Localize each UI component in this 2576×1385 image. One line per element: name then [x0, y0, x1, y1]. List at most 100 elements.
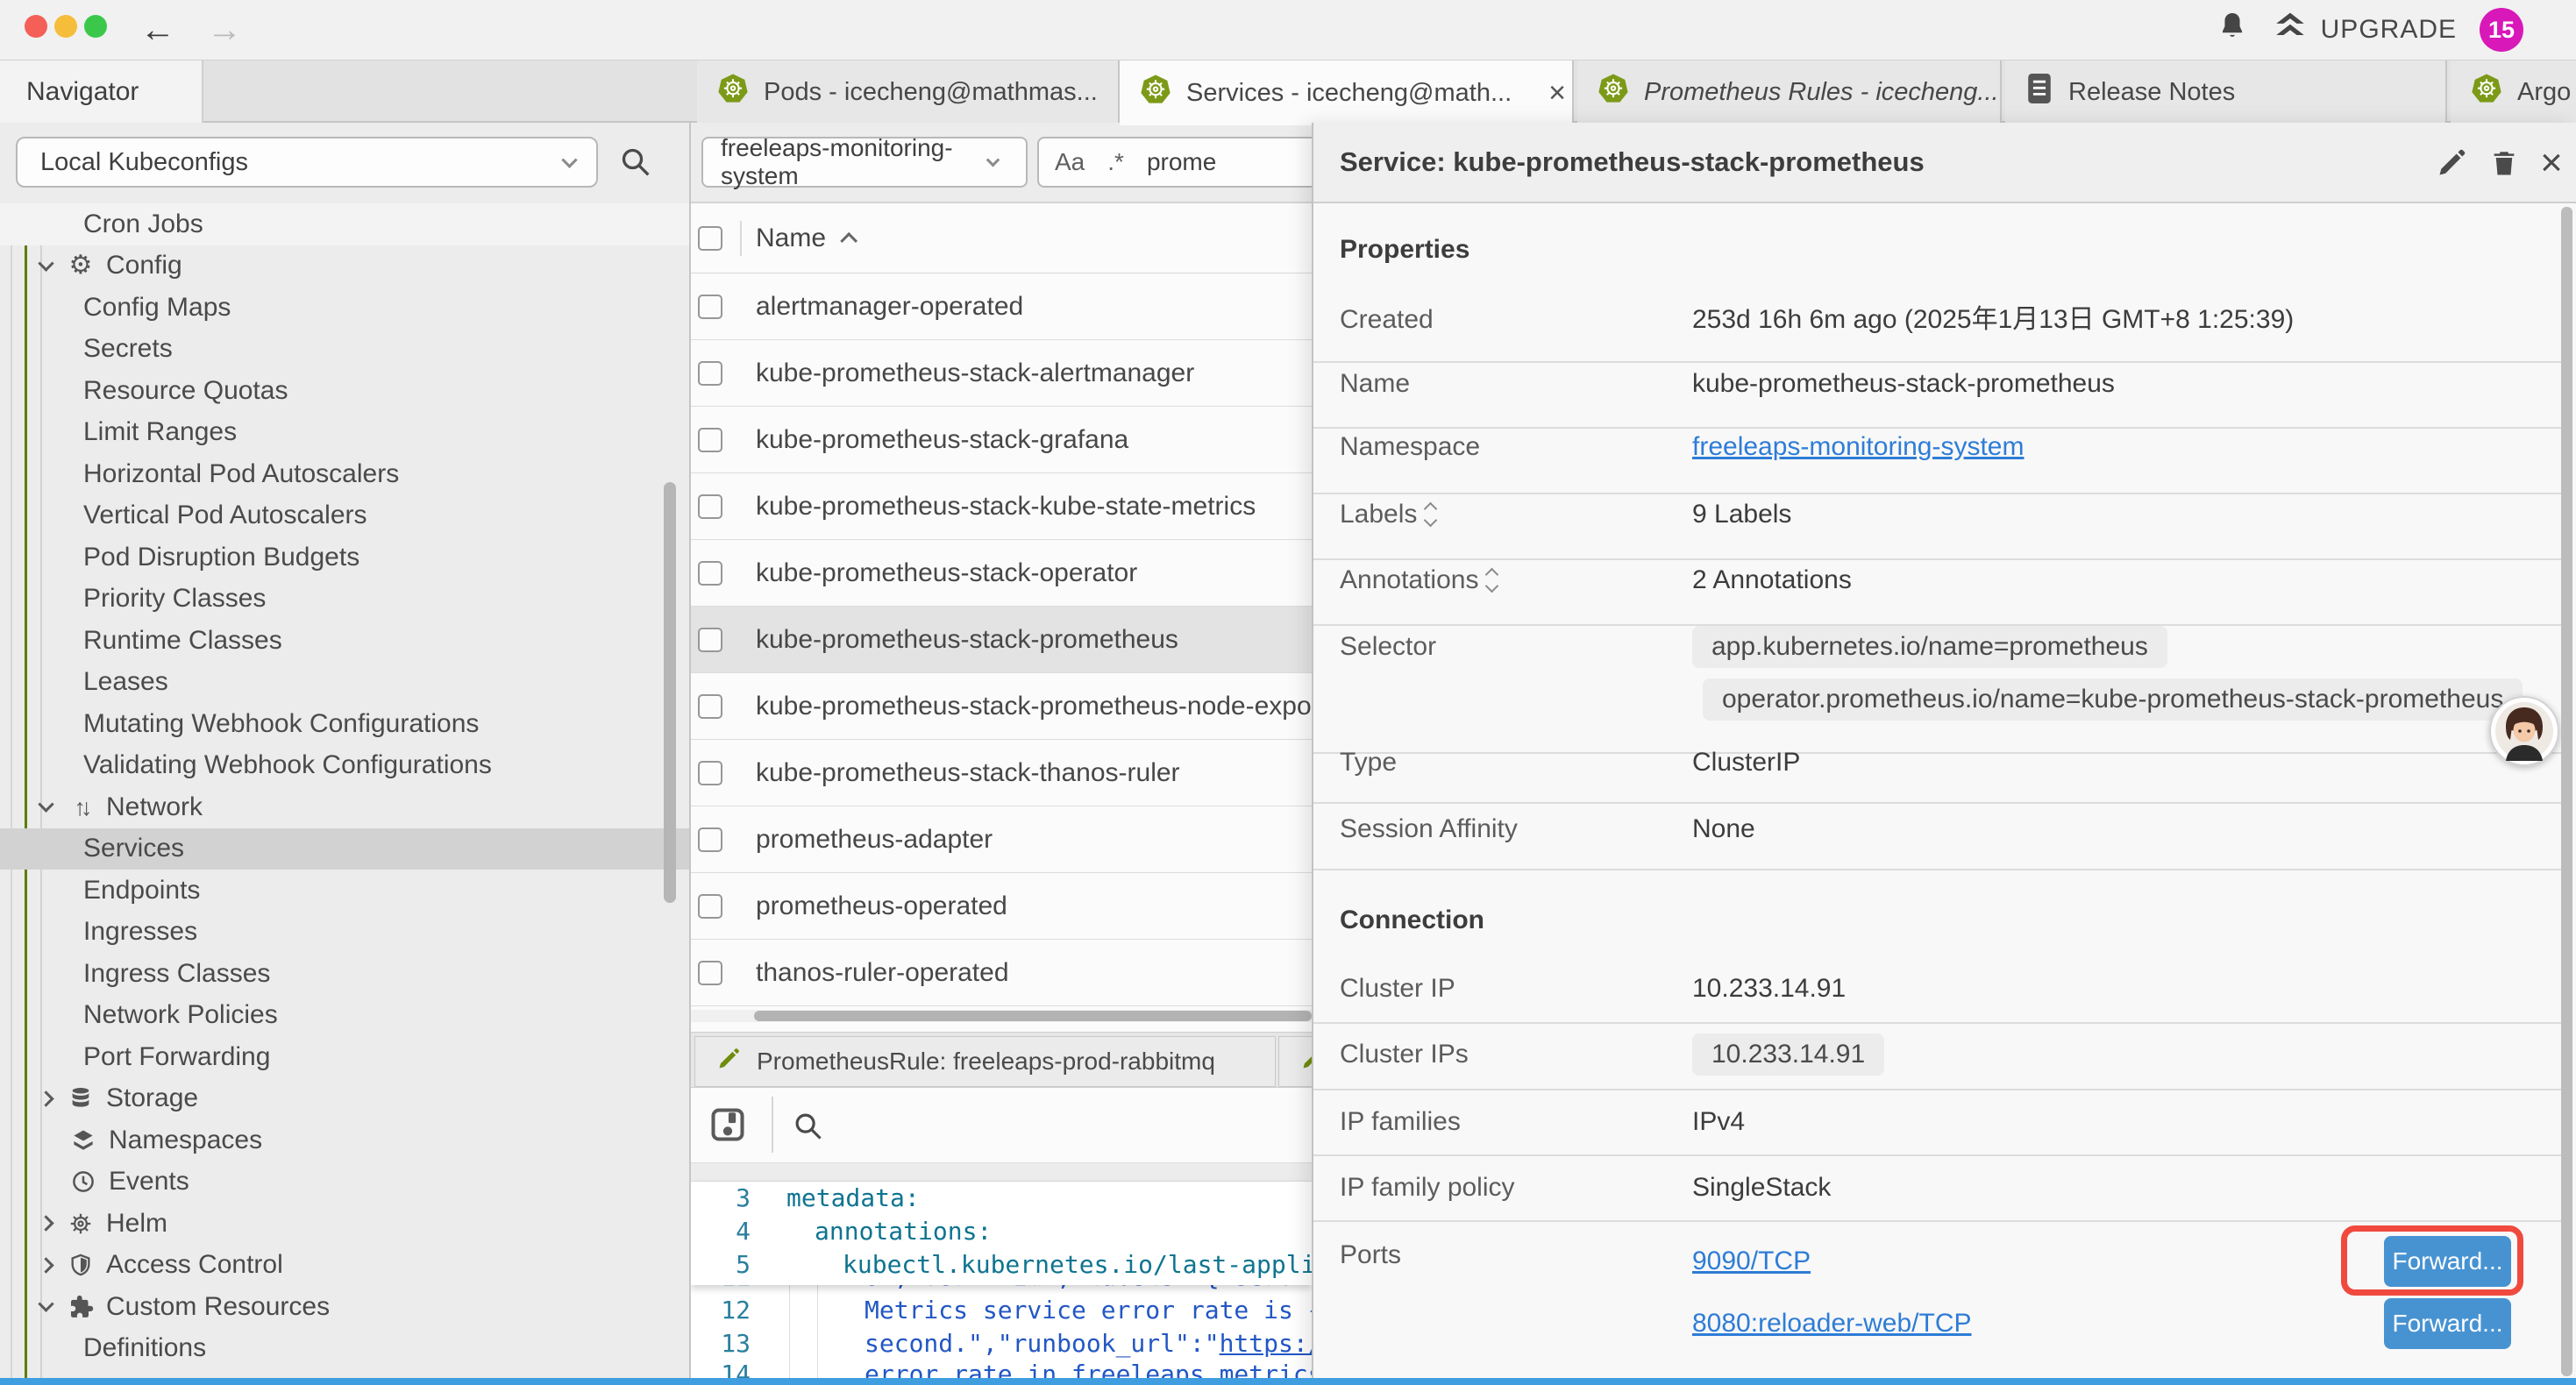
table-row[interactable]: kube-prometheus-stack-thanos-ruler [691, 740, 1312, 806]
sidebar-item-limit-ranges[interactable]: Limit Ranges [0, 412, 691, 454]
bell-icon[interactable] [2216, 10, 2249, 50]
sidebar-scrollbar[interactable] [664, 482, 676, 903]
sidebar-item-custom-resources[interactable]: Custom Resources [0, 1286, 691, 1328]
field-label: Annotations [1340, 563, 1497, 598]
edit-pencil-icon [1300, 1047, 1312, 1077]
sidebar-item-services[interactable]: Services [0, 828, 691, 870]
namespace-select[interactable]: freeleaps-monitoring-system [701, 137, 1028, 188]
close-icon[interactable]: × [1548, 80, 1566, 106]
sidebar-item-storage[interactable]: Storage [0, 1078, 691, 1120]
tab-pods[interactable]: Pods - icecheng@mathmas... [697, 60, 1120, 124]
namespace-link[interactable]: freeleaps-monitoring-system [1692, 430, 2024, 465]
sidebar-item-vertical-pod-autoscalers[interactable]: Vertical Pod Autoscalers [0, 495, 691, 537]
maximize-window-light[interactable] [84, 15, 107, 38]
sidebar-item-ingress-classes[interactable]: Ingress Classes [0, 953, 691, 995]
sidebar-item-network[interactable]: ↑↓ Network [0, 786, 691, 828]
row-checkbox[interactable] [698, 295, 722, 319]
sidebar-item-config-maps[interactable]: Config Maps [0, 287, 691, 329]
detail-scrollbar[interactable] [2561, 207, 2572, 1376]
editor-tab-partial[interactable] [1278, 1036, 1312, 1087]
sidebar-item-port-forwarding[interactable]: Port Forwarding [0, 1036, 691, 1078]
sidebar-item-ingresses[interactable]: Ingresses [0, 912, 691, 954]
tab-prometheus-rules[interactable]: Prometheus Rules - icecheng... [1577, 60, 2002, 124]
detail-header: Service: kube-prometheus-stack-prometheu… [1313, 123, 2576, 203]
regex-toggle[interactable]: .* [1107, 148, 1124, 176]
row-checkbox[interactable] [698, 761, 722, 785]
sidebar-item-endpoints[interactable]: Endpoints [0, 870, 691, 912]
minimize-window-light[interactable] [54, 15, 77, 38]
edit-pencil-icon [716, 1047, 741, 1077]
runbook-url-link[interactable]: https://net [1220, 1329, 1312, 1358]
sidebar-item-events[interactable]: Events [0, 1161, 691, 1204]
title-bar: ← → UPGRADE 15 [0, 0, 2576, 60]
column-header-name[interactable]: Name [756, 203, 857, 273]
trash-icon[interactable] [2487, 146, 2522, 181]
sidebar-item-secrets[interactable]: Secrets [0, 329, 691, 371]
sidebar-item-priority-classes[interactable]: Priority Classes [0, 579, 691, 621]
sidebar-item-mutating-webhook-configurations[interactable]: Mutating Webhook Configurations [0, 703, 691, 745]
sidebar-item-cron-jobs[interactable]: Cron Jobs [0, 203, 691, 245]
search-icon[interactable] [791, 1109, 824, 1149]
row-checkbox[interactable] [698, 628, 722, 652]
select-all-checkbox[interactable] [698, 226, 722, 251]
table-row[interactable]: kube-prometheus-stack-operator [691, 540, 1312, 607]
save-icon[interactable] [708, 1105, 747, 1151]
sidebar-item-definitions[interactable]: Definitions [0, 1328, 691, 1370]
table-row[interactable]: prometheus-operated [691, 873, 1312, 940]
avatar[interactable] [2489, 696, 2559, 766]
expand-collapse-icon[interactable] [1487, 570, 1497, 591]
row-checkbox[interactable] [698, 961, 722, 985]
tab-services[interactable]: Services - icecheng@math... × [1120, 60, 1574, 125]
row-checkbox[interactable] [698, 561, 722, 586]
port-link[interactable]: 9090/TCP [1692, 1244, 1811, 1279]
table-row[interactable]: thanos-ruler-operated [691, 940, 1312, 1006]
forward-arrow-icon[interactable]: → [207, 7, 242, 53]
close-window-light[interactable] [25, 15, 47, 38]
sidebar-item-resource-quotas[interactable]: Resource Quotas [0, 370, 691, 412]
kubeconfig-select[interactable]: Local Kubeconfigs [16, 137, 598, 188]
row-checkbox[interactable] [698, 361, 722, 386]
forward-button[interactable]: Forward... [2384, 1298, 2511, 1349]
field-value: 253d 16h 6m ago (2025年1月13日 GMT+8 1:25:3… [1692, 302, 2294, 337]
editor-tab-prometheusrule[interactable]: PrometheusRule: freeleaps-prod-rabbitmq [694, 1036, 1276, 1087]
table-row[interactable]: kube-prometheus-stack-prometheus-node-ex… [691, 673, 1312, 740]
tab-release-notes[interactable]: Release Notes [2005, 60, 2447, 124]
port-link[interactable]: 8080:reloader-web/TCP [1692, 1306, 1972, 1341]
table-row[interactable]: kube-prometheus-stack-alertmanager [691, 340, 1312, 407]
row-checkbox[interactable] [698, 694, 722, 719]
horizontal-scrollbar[interactable] [691, 1010, 1312, 1022]
search-icon[interactable] [617, 144, 652, 186]
sidebar-item-validating-webhook-configurations[interactable]: Validating Webhook Configurations [0, 745, 691, 787]
yaml-editor[interactable]: 11 0","for":"1m","labels":{"service":" 1… [691, 1182, 1312, 1385]
sidebar-item-leases[interactable]: Leases [0, 662, 691, 704]
tab-argo[interactable]: Argo Se [2451, 60, 2576, 124]
row-checkbox[interactable] [698, 894, 722, 919]
sidebar-item-pod-disruption-budgets[interactable]: Pod Disruption Budgets [0, 536, 691, 579]
navigator-panel-tab[interactable]: Navigator [0, 60, 203, 124]
sidebar-item-runtime-classes[interactable]: Runtime Classes [0, 620, 691, 662]
table-row[interactable]: kube-prometheus-stack-grafana [691, 407, 1312, 473]
notification-badge[interactable]: 15 [2480, 8, 2523, 52]
row-checkbox[interactable] [698, 428, 722, 452]
sidebar-item-access-control[interactable]: Access Control [0, 1245, 691, 1287]
sidebar-item-horizontal-pod-autoscalers[interactable]: Horizontal Pod Autoscalers [0, 453, 691, 495]
sidebar-item-network-policies[interactable]: Network Policies [0, 995, 691, 1037]
service-search-input[interactable]: Aa .* prome [1037, 137, 1312, 188]
table-row-selected[interactable]: kube-prometheus-stack-prometheus [691, 607, 1312, 673]
sidebar-item-namespaces[interactable]: Namespaces [0, 1119, 691, 1161]
row-checkbox[interactable] [698, 494, 722, 519]
upgrade-button[interactable]: UPGRADE [2272, 8, 2457, 52]
field-label: Session Affinity [1340, 812, 1518, 847]
field-value: kube-prometheus-stack-prometheus [1692, 366, 2115, 401]
sidebar-item-helm[interactable]: Helm [0, 1203, 691, 1245]
edit-pencil-icon[interactable] [2434, 146, 2469, 181]
close-icon[interactable]: × [2534, 146, 2569, 181]
table-row[interactable]: prometheus-adapter [691, 806, 1312, 873]
expand-collapse-icon[interactable] [1426, 504, 1435, 525]
match-case-toggle[interactable]: Aa [1055, 148, 1085, 176]
sidebar-item-config[interactable]: ⚙ Config [0, 245, 691, 288]
table-row[interactable]: kube-prometheus-stack-kube-state-metrics [691, 473, 1312, 540]
table-row[interactable]: alertmanager-operated [691, 273, 1312, 340]
back-arrow-icon[interactable]: ← [140, 7, 175, 53]
row-checkbox[interactable] [698, 827, 722, 852]
